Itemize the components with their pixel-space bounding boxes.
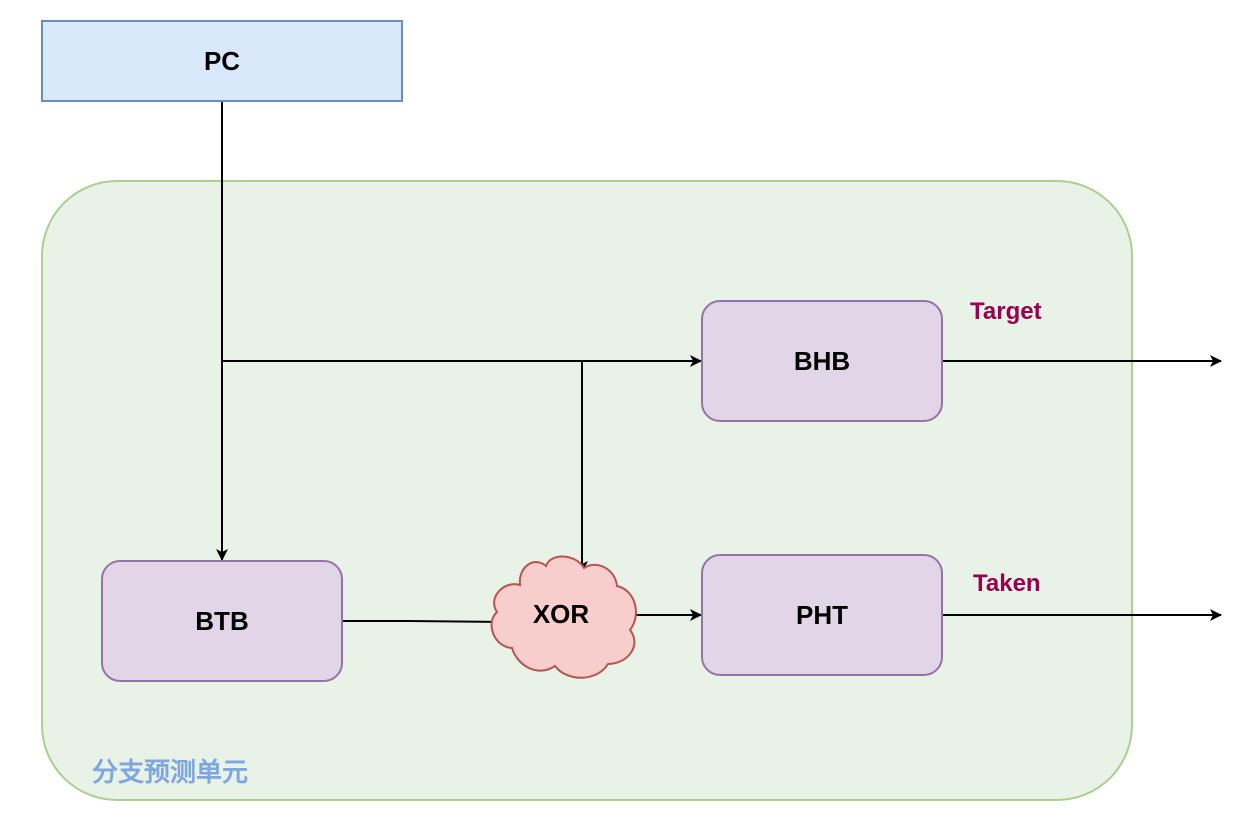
target-output-label: Target xyxy=(970,298,1042,325)
edge-btb-to-xor xyxy=(343,615,508,628)
group-container xyxy=(41,180,1133,801)
taken-output-label: Taken xyxy=(973,570,1041,597)
pht-label: PHT xyxy=(796,600,848,630)
pc-node[interactable]: PC xyxy=(41,20,403,102)
pc-label: PC xyxy=(204,46,240,76)
pht-node[interactable]: PHT xyxy=(701,554,943,676)
btb-label: BTB xyxy=(195,606,248,636)
branch-prediction-unit-group: 分支预测单元 xyxy=(41,180,1133,801)
group-label: 分支预测单元 xyxy=(92,758,248,788)
bhb-label: BHB xyxy=(794,346,850,376)
xor-label: XOR xyxy=(533,599,590,629)
branch-prediction-diagram: 分支预测单元 PC BHB BTB PHT XOR Target Taken xyxy=(41,20,1222,801)
bhb-node[interactable]: BHB xyxy=(701,300,943,422)
btb-node[interactable]: BTB xyxy=(101,560,343,682)
